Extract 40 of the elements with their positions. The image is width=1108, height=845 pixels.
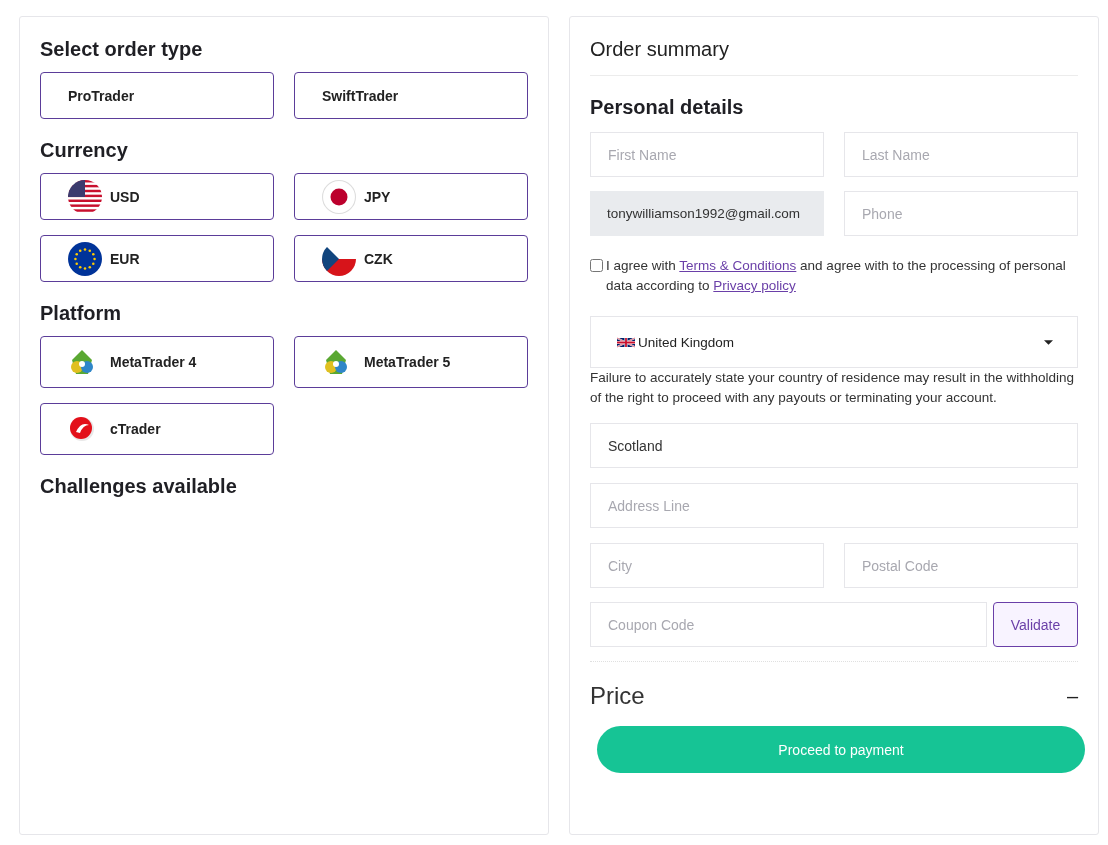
price-value: – [1066,684,1078,708]
region-field[interactable]: Scotland [590,423,1078,468]
section-heading: Platform [40,302,123,325]
caret-icon [1044,339,1053,345]
order-type-option[interactable]: ProTrader [40,72,274,119]
currency-option[interactable]: CZK [294,235,528,282]
flag-icon [68,241,102,276]
last-name-field[interactable]: Last Name [844,132,1078,177]
flag-icon [68,179,102,214]
privacy-link[interactable]: Privacy policy [713,278,796,293]
terms-link[interactable]: Terms & Conditions [679,258,797,273]
country-select[interactable]: United Kingdom [590,316,1078,368]
city-field[interactable]: City [590,543,824,588]
platform-logo-icon [322,348,350,376]
postal-code-field[interactable]: Postal Code [844,543,1078,588]
consent-checkbox[interactable] [590,259,603,272]
currency-option[interactable]: JPY [294,173,528,220]
address-field[interactable]: Address Line [590,483,1078,528]
section-heading: Challenges available [40,475,238,498]
coupon-field[interactable]: Coupon Code [590,602,987,647]
panel-title: Order summary [590,17,1078,76]
platform-option[interactable]: MetaTrader 5 [294,336,528,388]
flag-icon [617,336,635,348]
phone-field[interactable]: Phone [844,191,1078,236]
section-heading: Select order type [40,38,204,61]
platform-logo-icon [68,348,96,376]
section-heading: Currency [40,139,129,162]
section-heading: Personal details [590,96,745,119]
order-type-option[interactable]: SwiftTrader [294,72,528,119]
currency-option[interactable]: EUR [40,235,274,282]
currency-option[interactable]: USD [40,173,274,220]
price-label: Price [590,682,645,710]
platform-logo-icon [68,415,96,443]
validate-button[interactable]: Validate [993,602,1078,647]
platform-option[interactable]: MetaTrader 4 [40,336,274,388]
flag-icon [322,179,356,214]
first-name-field[interactable]: First Name [590,132,824,177]
country-notice: Failure to accurately state your country of residence may result in the withholding of the right to proceed with any payouts or terminating your account. [590,369,1075,407]
platform-option[interactable]: cTrader [40,403,274,455]
consent-text: I agree with Terms & Conditions and agree with to the processing of personal data according to Privacy policy [606,257,1067,295]
